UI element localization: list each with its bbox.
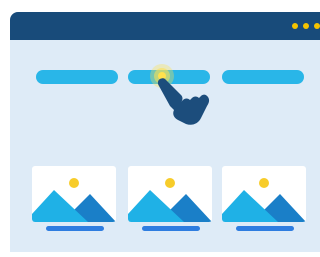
window-control-dot[interactable]: [303, 23, 309, 29]
gallery-caption-bar: [236, 226, 294, 231]
gallery-card-2[interactable]: [128, 166, 212, 222]
browser-window: [10, 12, 320, 252]
image-placeholder-icon: [222, 178, 306, 222]
gallery-card-1[interactable]: [32, 166, 116, 222]
window-titlebar: [10, 12, 320, 40]
window-control-dot[interactable]: [314, 23, 320, 29]
image-placeholder-icon: [128, 178, 212, 222]
window-control-dot[interactable]: [292, 23, 298, 29]
gallery-caption-bar: [142, 226, 200, 231]
pointing-hand-icon: [150, 64, 210, 125]
gallery-card-3[interactable]: [222, 166, 306, 222]
menu-item-3[interactable]: [222, 70, 304, 84]
gallery-caption-bar: [46, 226, 104, 231]
image-placeholder-icon: [32, 178, 116, 222]
menu-item-1[interactable]: [36, 70, 118, 84]
